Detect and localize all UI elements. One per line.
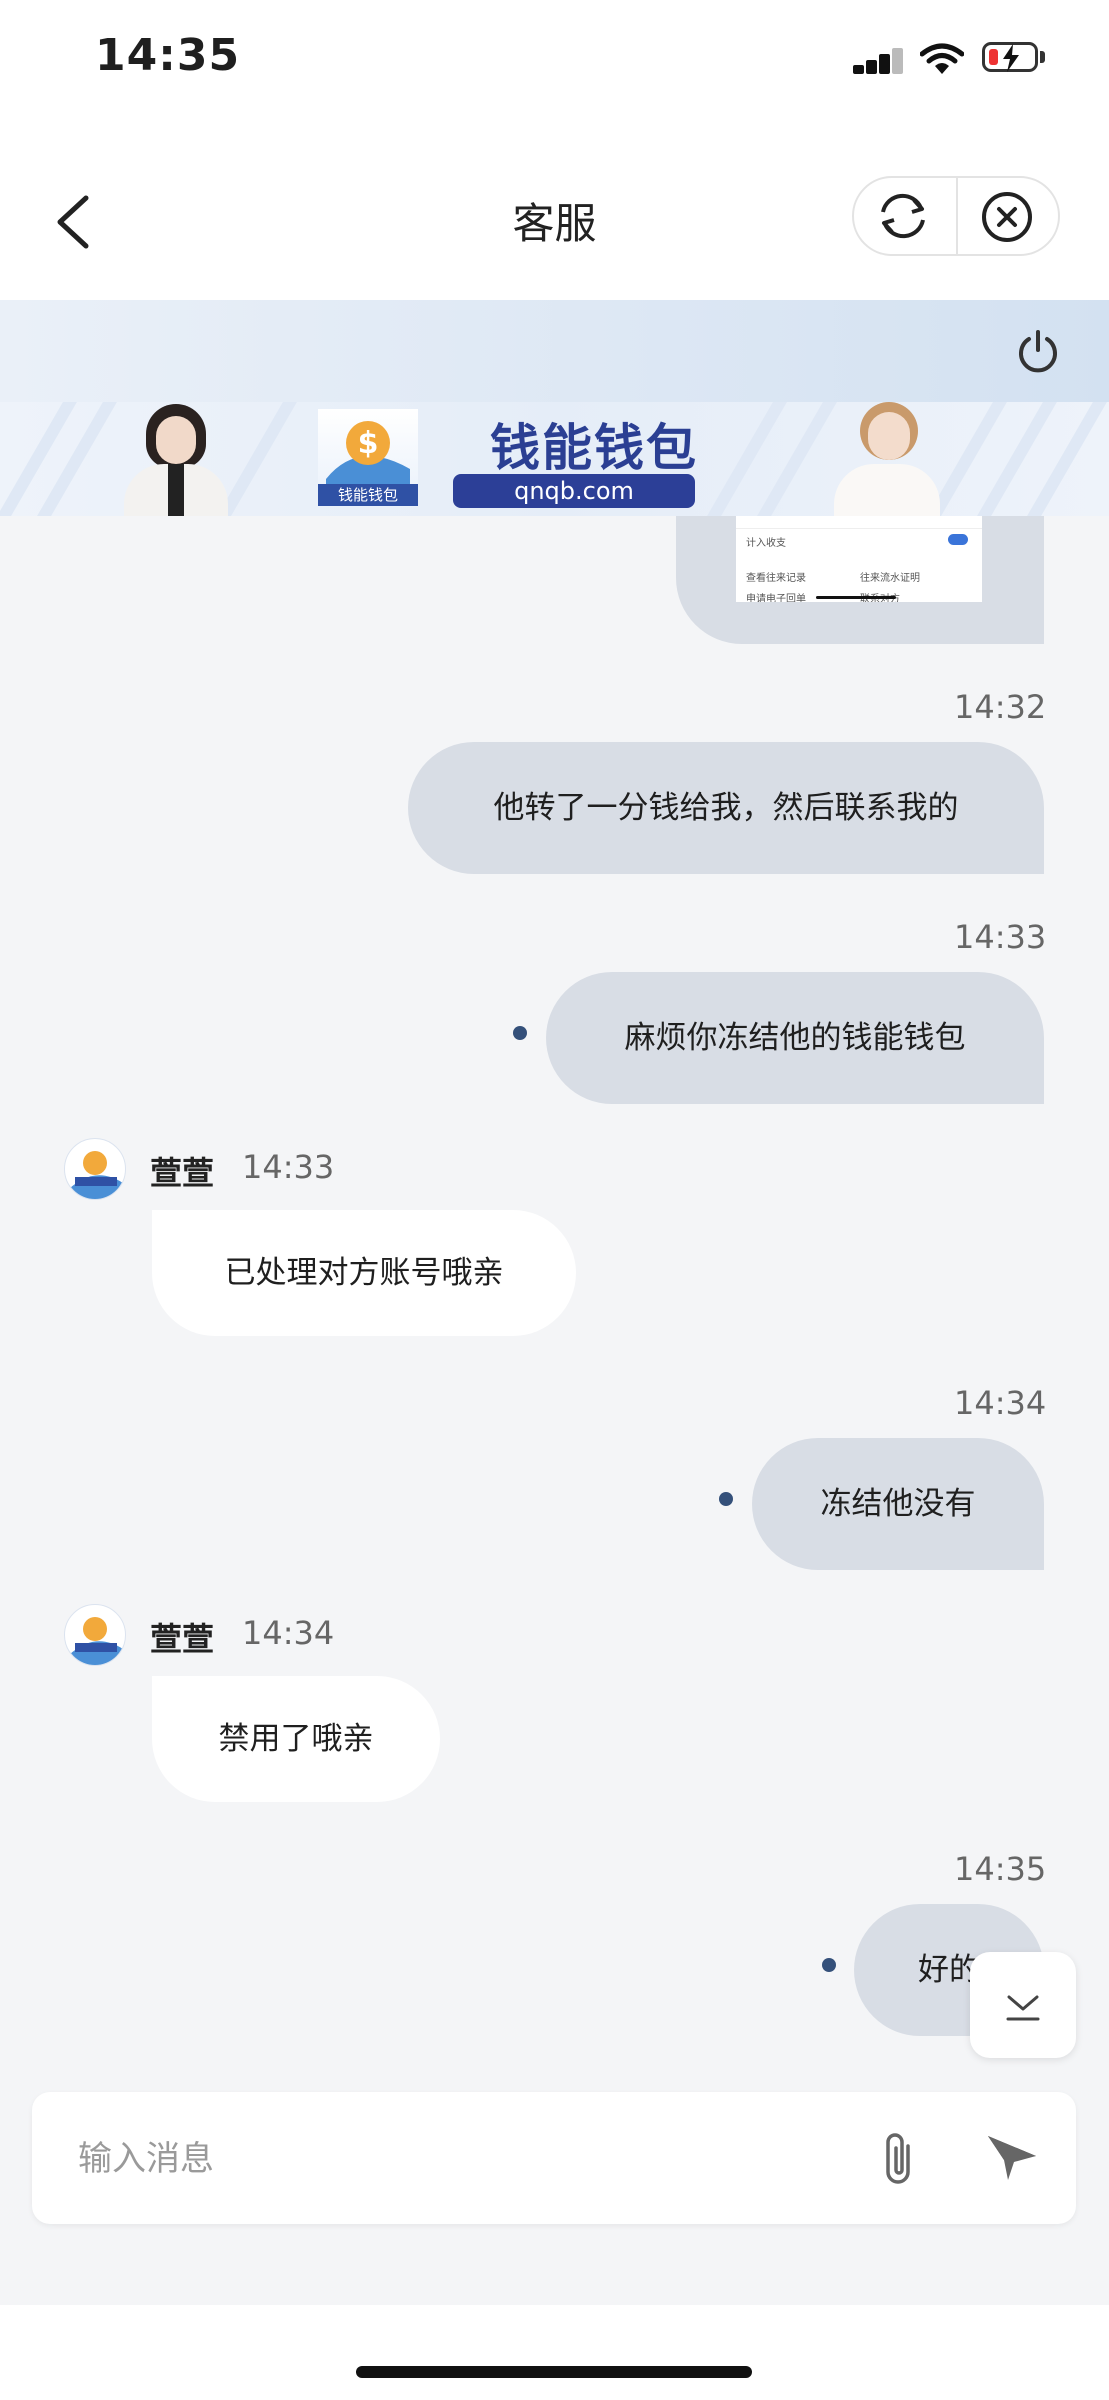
banner-model-left — [118, 402, 234, 516]
send-icon[interactable] — [984, 2132, 1040, 2184]
paperclip-icon[interactable] — [878, 2130, 922, 2188]
wifi-icon — [920, 43, 964, 74]
agent-avatar[interactable] — [64, 1604, 126, 1666]
preview-row2-left: 查看往来记录 — [746, 573, 806, 584]
user-message-bubble[interactable]: 他转了一分钱给我，然后联系我的 — [408, 742, 1044, 874]
banner-url: qnqb.com — [453, 474, 695, 508]
banner-brand: 钱能钱包 — [490, 418, 698, 477]
message-timestamp: 14:32 — [954, 688, 1047, 726]
unread-dot — [719, 1492, 733, 1506]
refresh-icon[interactable] — [874, 188, 932, 244]
agent-name: 萱萱 — [150, 1620, 215, 1658]
agent-message-time: 14:33 — [242, 1148, 335, 1186]
scroll-to-bottom-icon — [1006, 1995, 1040, 2021]
preview-row2-right: 往来流水证明 — [860, 573, 920, 584]
agent-message-time: 14:34 — [242, 1614, 335, 1652]
svg-text:$: $ — [358, 426, 379, 461]
bottom-safe-area — [0, 2305, 1109, 2400]
power-icon[interactable] — [1015, 328, 1061, 374]
battery-icon — [982, 42, 1038, 72]
banner-model-right — [830, 402, 942, 516]
close-circle-icon[interactable] — [980, 190, 1034, 244]
signal-icon — [853, 48, 903, 74]
message-timestamp: 14:33 — [954, 918, 1047, 956]
scroll-to-bottom-button[interactable] — [970, 1952, 1076, 2058]
agent-avatar[interactable] — [64, 1138, 126, 1200]
agent-name: 萱萱 — [150, 1154, 215, 1192]
preview-row1-label: 计入收支 — [746, 538, 786, 549]
user-message-bubble[interactable]: 冻结他没有 — [752, 1438, 1044, 1570]
banner-logo-caption: 钱能钱包 — [318, 484, 418, 506]
header-strip — [0, 300, 1109, 402]
status-time: 14:35 — [95, 30, 241, 81]
preview-row3-left: 申请电子回单 — [746, 594, 806, 602]
unread-dot — [822, 1958, 836, 1972]
agent-message-bubble[interactable]: 已处理对方账号哦亲 — [152, 1210, 576, 1336]
user-message-bubble[interactable]: 麻烦你冻结他的钱能钱包 — [546, 972, 1044, 1104]
message-input[interactable] — [76, 2118, 860, 2200]
message-timestamp: 14:34 — [954, 1384, 1047, 1422]
message-composer — [32, 2092, 1076, 2224]
home-indicator — [356, 2366, 752, 2378]
message-timestamp: 14:35 — [954, 1850, 1047, 1888]
agent-message-bubble[interactable]: 禁用了哦亲 — [152, 1676, 440, 1802]
unread-dot — [513, 1026, 527, 1040]
screenshot-thumbnail[interactable]: 计入收支 查看往来记录 往来流水证明 申请电子回单 联系对方 — [736, 516, 982, 602]
